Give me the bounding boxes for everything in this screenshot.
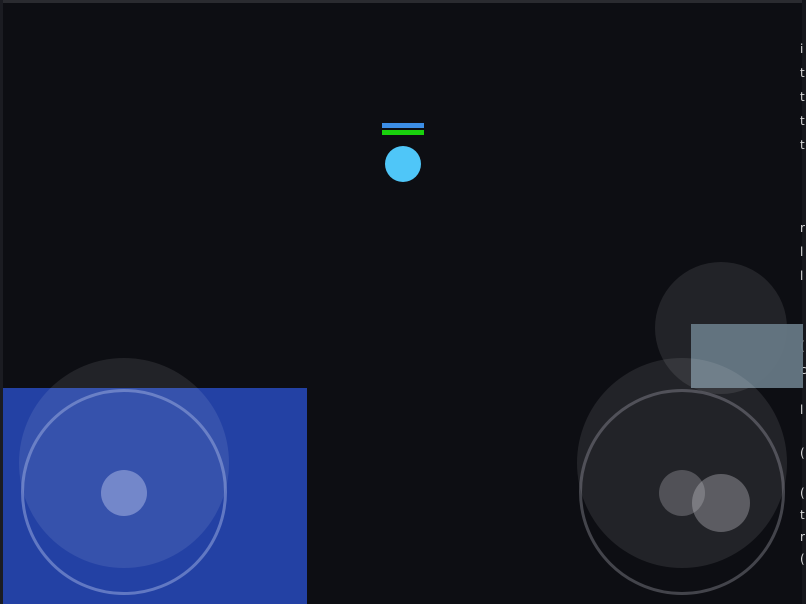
side-glyph: i bbox=[800, 43, 804, 55]
side-glyph: l bbox=[800, 246, 804, 258]
player-shield-bar bbox=[382, 123, 424, 128]
game-viewport[interactable]: i t t t t r l l ( c l ( ( t r ( bbox=[0, 0, 806, 604]
player-health-bar bbox=[382, 130, 424, 135]
side-glyph: ( bbox=[800, 553, 805, 565]
side-glyph: l bbox=[800, 404, 804, 416]
top-border bbox=[0, 0, 806, 3]
side-glyph: ( bbox=[800, 447, 805, 459]
side-glyph: t bbox=[800, 91, 805, 103]
side-glyph: ( bbox=[800, 487, 805, 499]
side-glyph: l bbox=[800, 270, 804, 282]
side-glyph: t bbox=[800, 115, 805, 127]
side-glyph: r bbox=[800, 531, 805, 543]
side-glyph: t bbox=[800, 67, 805, 79]
side-glyph: t bbox=[800, 139, 805, 151]
player-character bbox=[385, 146, 421, 182]
move-joystick-knob[interactable] bbox=[101, 470, 147, 516]
side-glyph: t bbox=[800, 509, 805, 521]
aim-joystick-thumb[interactable] bbox=[692, 474, 750, 532]
side-glyph: r bbox=[800, 222, 805, 234]
